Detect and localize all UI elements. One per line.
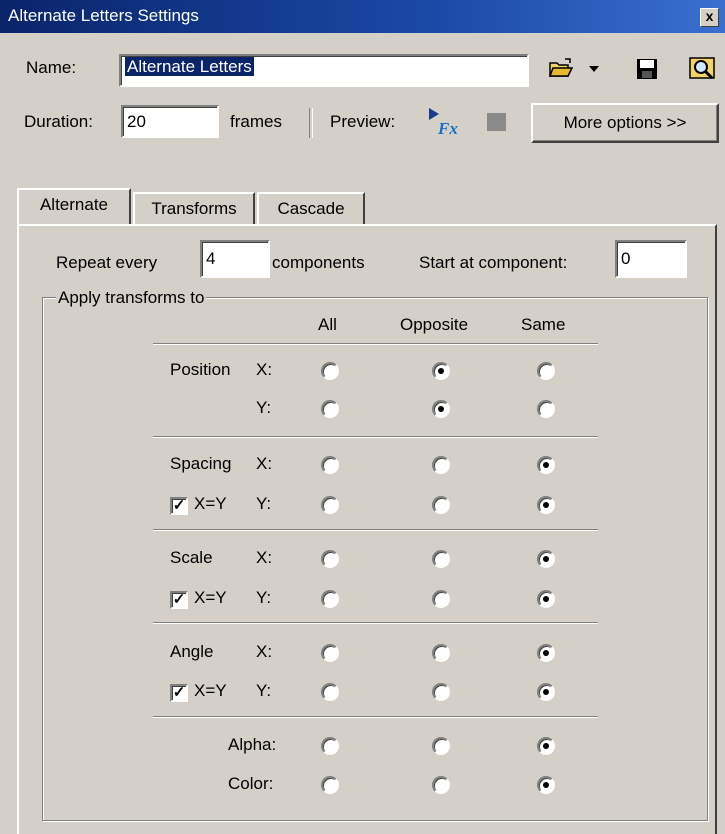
dropdown-arrow-icon[interactable] [588, 64, 600, 74]
radio-same[interactable] [537, 400, 555, 418]
spacing-y-label: Y: [256, 494, 272, 513]
radio-opposite[interactable] [432, 362, 450, 380]
tab-cascade[interactable]: Cascade [257, 192, 365, 224]
name-field[interactable]: Alternate Letters [119, 54, 529, 87]
radio-all[interactable] [321, 362, 339, 380]
spacing-xy-checkbox[interactable]: ✓ [170, 497, 188, 515]
toolbar-separator [309, 108, 313, 138]
angle-xy-label: X=Y [194, 681, 227, 700]
scale-label: Scale [170, 548, 213, 567]
col-header-all: All [318, 315, 337, 334]
radio-same[interactable] [537, 362, 555, 380]
radio-same[interactable] [537, 456, 555, 474]
preview-play-icon[interactable]: Fx [427, 106, 461, 138]
radio-opposite[interactable] [432, 644, 450, 662]
row-separator [153, 716, 598, 718]
radio-same[interactable] [537, 776, 555, 794]
components-label: components [272, 253, 365, 272]
radio-opposite[interactable] [432, 590, 450, 608]
radio-same[interactable] [537, 590, 555, 608]
repeat-field[interactable] [200, 240, 270, 278]
position-label: Position [170, 360, 231, 379]
radio-same[interactable] [537, 737, 555, 755]
apply-transforms-group [42, 297, 708, 821]
scale-xy-checkbox[interactable]: ✓ [170, 591, 188, 609]
save-icon[interactable] [636, 58, 658, 80]
radio-opposite[interactable] [432, 550, 450, 568]
repeat-label: Repeat every [56, 253, 158, 272]
radio-same[interactable] [537, 683, 555, 701]
radio-all[interactable] [321, 400, 339, 418]
start-at-label: Start at component: [419, 253, 568, 272]
row-separator [153, 343, 598, 345]
scale-xy-label: X=Y [194, 588, 227, 607]
row-separator [153, 436, 598, 438]
radio-opposite[interactable] [432, 496, 450, 514]
radio-all[interactable] [321, 776, 339, 794]
scale-x-label: X: [256, 548, 273, 567]
position-y-label: Y: [256, 398, 272, 417]
radio-opposite[interactable] [432, 400, 450, 418]
angle-y-label: Y: [256, 681, 272, 700]
radio-same[interactable] [537, 644, 555, 662]
row-separator [153, 529, 598, 531]
preview-label: Preview: [330, 112, 396, 131]
angle-xy-checkbox[interactable]: ✓ [170, 684, 188, 702]
radio-opposite[interactable] [432, 737, 450, 755]
tab-transforms[interactable]: Transforms [133, 192, 255, 224]
group-label: Apply transforms to [56, 288, 207, 308]
radio-opposite[interactable] [432, 683, 450, 701]
window-title: Alternate Letters Settings [8, 6, 199, 25]
radio-opposite[interactable] [432, 456, 450, 474]
name-value: Alternate Letters [125, 57, 254, 76]
tab-alternate[interactable]: Alternate [17, 188, 131, 224]
radio-all[interactable] [321, 644, 339, 662]
browse-icon[interactable] [688, 54, 718, 82]
open-folder-icon[interactable] [548, 56, 576, 80]
position-x-label: X: [256, 360, 273, 379]
svg-text:Fx: Fx [437, 119, 458, 138]
spacing-x-label: X: [256, 454, 273, 473]
angle-label: Angle [170, 642, 214, 661]
radio-all[interactable] [321, 590, 339, 608]
start-field[interactable] [615, 240, 687, 278]
radio-same[interactable] [537, 550, 555, 568]
spacing-label: Spacing [170, 454, 232, 473]
radio-all[interactable] [321, 456, 339, 474]
alpha-label: Alpha: [228, 735, 277, 754]
duration-field[interactable] [121, 105, 219, 138]
col-header-opposite: Opposite [400, 315, 469, 334]
radio-all[interactable] [321, 496, 339, 514]
spacing-xy-label: X=Y [194, 494, 227, 513]
title-bar: Alternate Letters Settings x [0, 0, 725, 33]
radio-all[interactable] [321, 683, 339, 701]
radio-opposite[interactable] [432, 776, 450, 794]
angle-x-label: X: [256, 642, 273, 661]
duration-label: Duration: [24, 112, 93, 131]
stop-icon[interactable] [487, 113, 506, 131]
color-label: Color: [228, 774, 274, 793]
radio-all[interactable] [321, 550, 339, 568]
scale-y-label: Y: [256, 588, 272, 607]
close-icon[interactable]: x [700, 8, 719, 27]
frames-label: frames [230, 112, 282, 131]
more-options-button[interactable]: More options >> [531, 103, 719, 143]
radio-all[interactable] [321, 737, 339, 755]
radio-same[interactable] [537, 496, 555, 514]
name-label: Name: [26, 58, 77, 77]
col-header-same: Same [521, 315, 566, 334]
row-separator [153, 622, 598, 624]
